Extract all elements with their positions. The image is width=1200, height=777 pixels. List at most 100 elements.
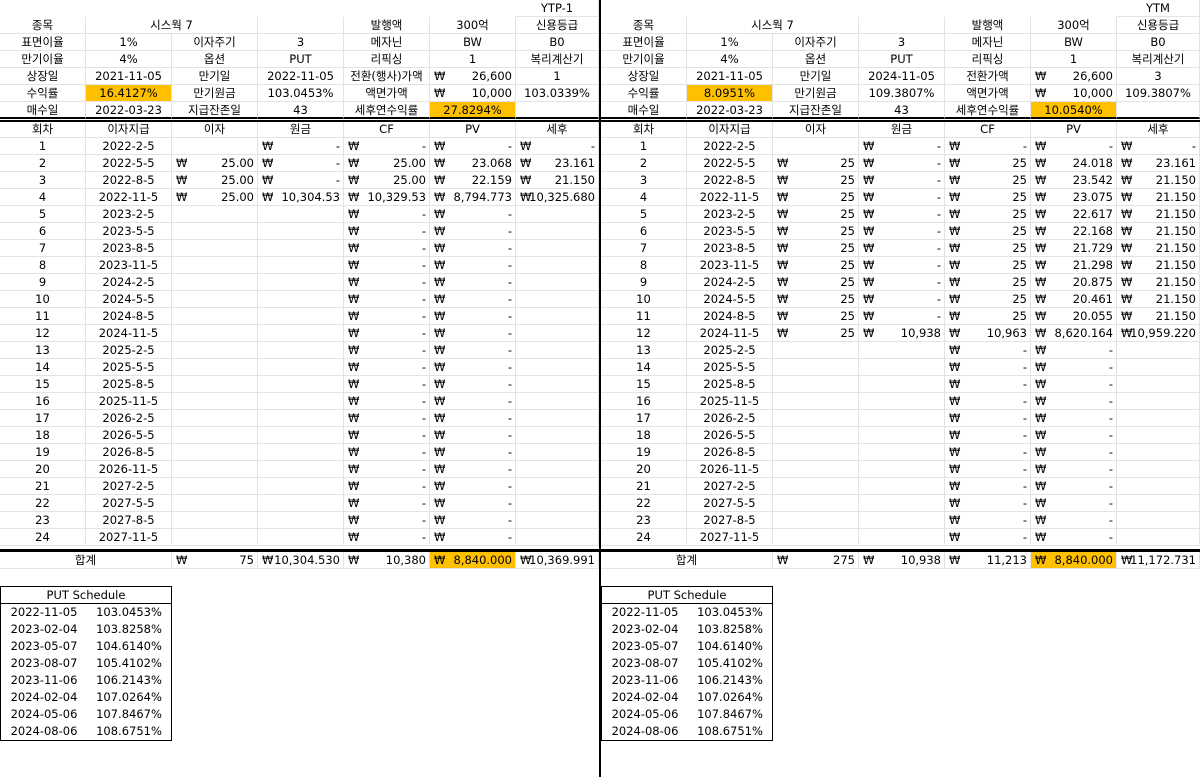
put-date[interactable]: 2023-02-04 xyxy=(602,621,688,638)
cf-cell[interactable]: ₩10,963 xyxy=(945,325,1031,342)
empty-cell[interactable] xyxy=(859,444,945,461)
pv-cell[interactable]: ₩23.075 xyxy=(1031,189,1117,206)
principal-cell[interactable]: ₩ - xyxy=(859,291,945,308)
pv-cell[interactable]: ₩ - xyxy=(430,240,516,257)
empty-cell[interactable] xyxy=(516,512,599,529)
principal-cell[interactable]: ₩ - xyxy=(859,206,945,223)
put-rate[interactable]: 103.0453% xyxy=(688,604,772,621)
info-label[interactable]: 지급잔존일 xyxy=(773,102,859,119)
info-value[interactable]: 3 xyxy=(859,34,945,51)
payment-date[interactable]: 2026-11-5 xyxy=(86,461,172,478)
info-value[interactable]: 300억 xyxy=(430,17,516,34)
info-label[interactable]: 액면가액 xyxy=(344,85,430,102)
pv-cell[interactable]: ₩ - xyxy=(430,495,516,512)
info-label[interactable]: 만기원금 xyxy=(773,85,859,102)
put-date[interactable]: 2023-05-07 xyxy=(1,638,87,655)
put-date[interactable]: 2024-08-06 xyxy=(1,723,87,740)
after-tax-cell[interactable]: ₩10,325.680 xyxy=(516,189,599,206)
empty-cell[interactable] xyxy=(172,257,258,274)
cf-cell[interactable]: ₩ - xyxy=(344,461,430,478)
column-header[interactable]: 이자 xyxy=(172,121,258,138)
payment-date[interactable]: 2023-2-5 xyxy=(687,206,773,223)
empty-cell[interactable] xyxy=(172,512,258,529)
payment-date[interactable]: 2026-2-5 xyxy=(687,410,773,427)
principal-cell[interactable]: ₩ - xyxy=(258,138,344,155)
payment-date[interactable]: 2025-2-5 xyxy=(687,342,773,359)
info-value[interactable]: 300억 xyxy=(1031,17,1117,34)
round-number[interactable]: 11 xyxy=(601,308,687,325)
info-value[interactable]: BW xyxy=(430,34,516,51)
cf-cell[interactable]: ₩ - xyxy=(344,393,430,410)
info-label[interactable]: 지급잔존일 xyxy=(172,102,258,119)
column-header[interactable]: 회차 xyxy=(601,121,687,138)
empty-cell[interactable] xyxy=(172,376,258,393)
principal-cell[interactable]: ₩ - xyxy=(859,172,945,189)
put-date[interactable]: 2022-11-05 xyxy=(1,604,87,621)
info-value[interactable]: 1% xyxy=(86,34,172,51)
info-label[interactable]: 이자주기 xyxy=(773,34,859,51)
empty-cell[interactable] xyxy=(773,138,859,155)
empty-cell[interactable] xyxy=(172,206,258,223)
principal-cell[interactable]: ₩10,304.53 xyxy=(258,189,344,206)
empty-cell[interactable] xyxy=(172,359,258,376)
round-number[interactable]: 21 xyxy=(0,478,86,495)
info-label[interactable]: 리픽싱 xyxy=(945,51,1031,68)
interest-cell[interactable]: ₩25.00 xyxy=(172,155,258,172)
empty-cell[interactable] xyxy=(516,274,599,291)
info-value[interactable]: 2022-03-23 xyxy=(86,102,172,119)
after-tax-cell[interactable]: ₩21.150 xyxy=(1117,274,1200,291)
put-date[interactable]: 2023-02-04 xyxy=(1,621,87,638)
payment-date[interactable]: 2027-11-5 xyxy=(86,529,172,546)
pv-cell[interactable]: ₩ - xyxy=(1031,529,1117,546)
principal-cell[interactable]: ₩ - xyxy=(258,155,344,172)
after-tax-cell[interactable]: ₩21.150 xyxy=(1117,291,1200,308)
pv-cell[interactable]: ₩ - xyxy=(1031,495,1117,512)
cf-cell[interactable]: ₩ - xyxy=(344,291,430,308)
pv-cell[interactable]: ₩22.159 xyxy=(430,172,516,189)
total-principal[interactable]: ₩10,938 xyxy=(859,552,945,569)
interest-cell[interactable]: ₩25.00 xyxy=(172,189,258,206)
cf-cell[interactable]: ₩25 xyxy=(945,172,1031,189)
pv-cell[interactable]: ₩ - xyxy=(430,342,516,359)
empty-cell[interactable] xyxy=(258,393,344,410)
after-tax-yield-value[interactable]: 27.8294% xyxy=(430,102,516,119)
empty-cell[interactable] xyxy=(258,512,344,529)
empty-cell[interactable] xyxy=(172,427,258,444)
round-number[interactable]: 10 xyxy=(0,291,86,308)
payment-date[interactable]: 2027-5-5 xyxy=(687,495,773,512)
put-rate[interactable]: 107.8467% xyxy=(87,706,171,723)
payment-date[interactable]: 2027-5-5 xyxy=(86,495,172,512)
total-after-tax[interactable]: ₩11,172.731 xyxy=(1117,552,1200,569)
after-tax-cell[interactable]: ₩10,959.220 xyxy=(1117,325,1200,342)
info-label[interactable]: 세후연수익률 xyxy=(344,102,430,119)
put-rate[interactable]: 104.6140% xyxy=(688,638,772,655)
round-number[interactable]: 24 xyxy=(601,529,687,546)
info-label[interactable]: 매수일 xyxy=(601,102,687,119)
empty-cell[interactable] xyxy=(1117,529,1200,546)
pv-cell[interactable]: ₩ - xyxy=(1031,342,1117,359)
info-label[interactable]: 전환(행사)가액 xyxy=(344,68,430,85)
pv-cell[interactable]: ₩ - xyxy=(430,427,516,444)
empty-cell[interactable] xyxy=(172,291,258,308)
put-date[interactable]: 2023-11-06 xyxy=(1,672,87,689)
empty-cell[interactable] xyxy=(172,410,258,427)
payment-date[interactable]: 2024-5-5 xyxy=(86,291,172,308)
cf-cell[interactable]: ₩ - xyxy=(945,512,1031,529)
pv-cell[interactable]: ₩23.068 xyxy=(430,155,516,172)
total-interest[interactable]: ₩75 xyxy=(172,552,258,569)
empty-cell[interactable] xyxy=(516,359,599,376)
cf-cell[interactable]: ₩ - xyxy=(344,444,430,461)
cf-cell[interactable]: ₩ - xyxy=(344,138,430,155)
empty-cell[interactable] xyxy=(172,325,258,342)
cf-cell[interactable]: ₩ - xyxy=(945,444,1031,461)
column-header[interactable]: 원금 xyxy=(258,121,344,138)
round-number[interactable]: 1 xyxy=(601,138,687,155)
cf-cell[interactable]: ₩25 xyxy=(945,308,1031,325)
cf-cell[interactable]: ₩ - xyxy=(344,240,430,257)
empty-cell[interactable] xyxy=(773,461,859,478)
column-header[interactable]: 세후 xyxy=(1117,121,1200,138)
after-tax-cell[interactable]: ₩23.161 xyxy=(516,155,599,172)
empty-cell[interactable] xyxy=(172,223,258,240)
after-tax-cell[interactable]: ₩ - xyxy=(1117,138,1200,155)
interest-cell[interactable]: ₩25 xyxy=(773,240,859,257)
